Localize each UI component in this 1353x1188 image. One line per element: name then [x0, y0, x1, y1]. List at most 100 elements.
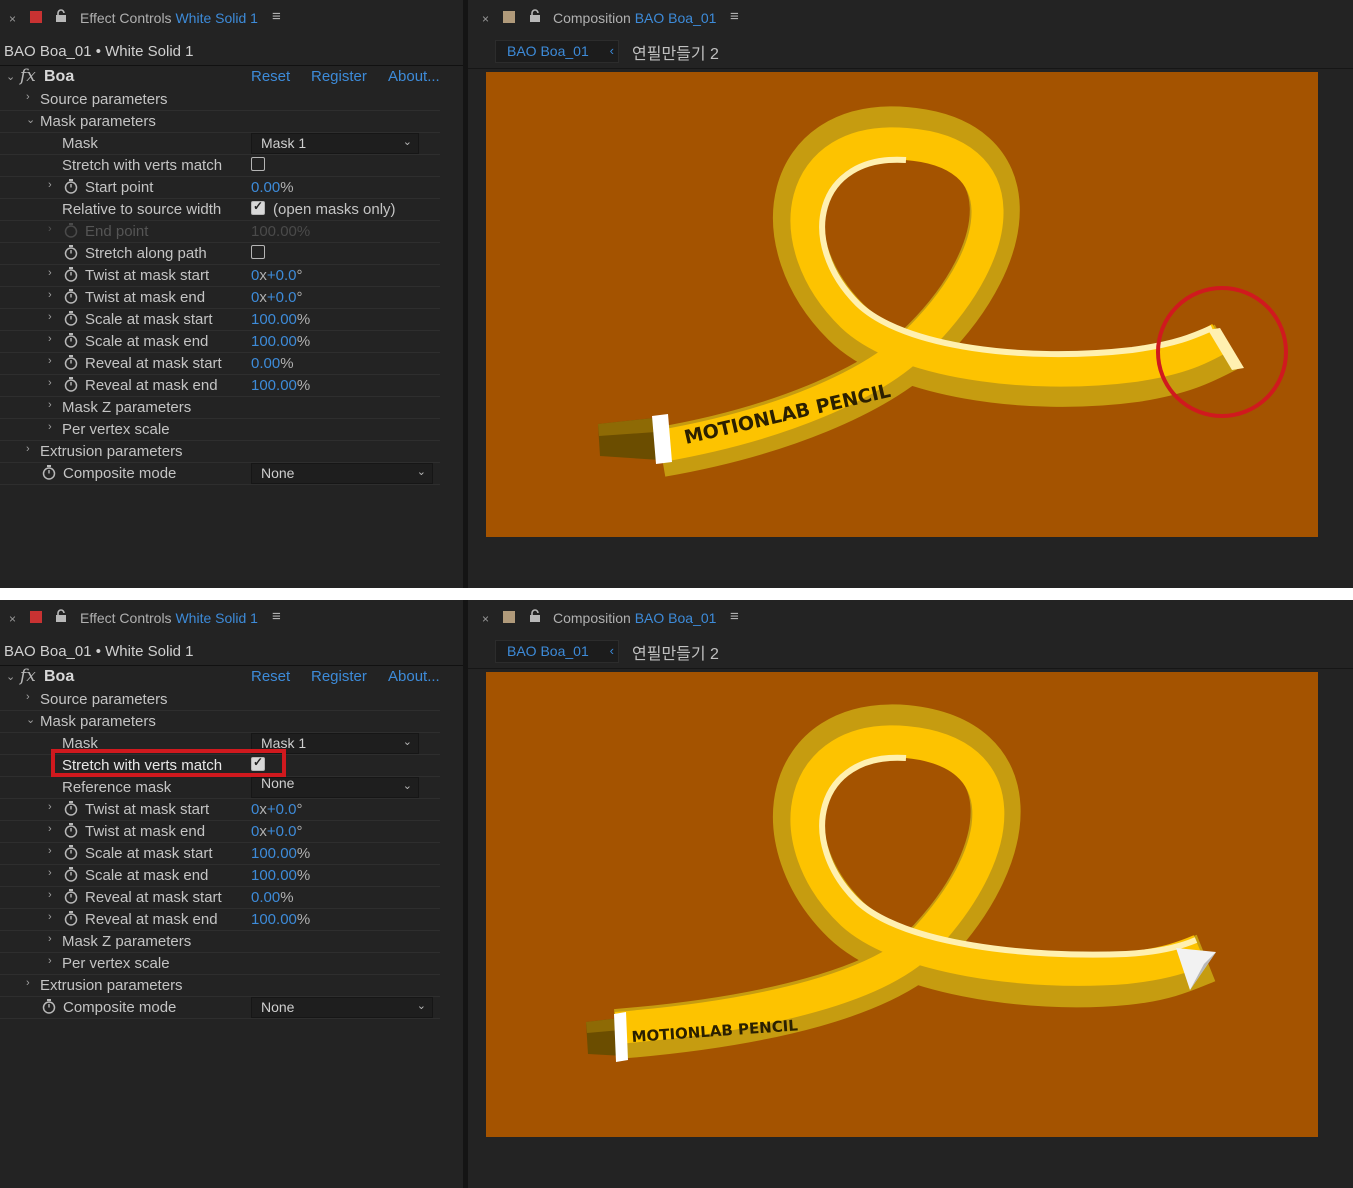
fx-icon[interactable]: fx	[20, 666, 36, 686]
param-row-per-vertex[interactable]: › Per vertex scale	[0, 418, 440, 441]
hamburger-menu-icon[interactable]: ≡	[730, 608, 739, 625]
stretch-path-checkbox[interactable]	[251, 245, 265, 259]
scale-start-value[interactable]: 100.00%	[251, 845, 310, 862]
register-link[interactable]: Register	[311, 68, 367, 85]
comp-breadcrumb-tab[interactable]: BAO Boa_01 ‹	[495, 640, 619, 663]
reveal-end-value[interactable]: 100.00%	[251, 911, 310, 928]
param-row-mask-parameters[interactable]: ⌄ Mask parameters	[0, 710, 440, 733]
twist-end-value[interactable]: 0x+0.0°	[251, 823, 302, 840]
fx-icon[interactable]: fx	[20, 66, 36, 86]
param-row-source[interactable]: › Source parameters	[0, 88, 440, 111]
about-link[interactable]: About...	[388, 68, 440, 85]
composition-canvas[interactable]: MOTIONLAB PENCIL	[486, 672, 1318, 1137]
param-row-source[interactable]: › Source parameters	[0, 688, 440, 711]
twirl-arrow-icon[interactable]: ›	[48, 955, 52, 967]
stopwatch-icon[interactable]	[64, 800, 78, 816]
hamburger-menu-icon[interactable]: ≡	[730, 8, 739, 25]
stopwatch-icon[interactable]	[42, 464, 56, 480]
stopwatch-icon[interactable]	[64, 910, 78, 926]
twirl-arrow-icon[interactable]: ›	[48, 933, 52, 945]
twirl-arrow-icon[interactable]: ›	[48, 289, 52, 301]
close-icon[interactable]: ×	[482, 12, 489, 26]
twirl-arrow-icon[interactable]: ›	[26, 691, 30, 703]
stopwatch-icon[interactable]	[64, 332, 78, 348]
reveal-end-value[interactable]: 100.00%	[251, 377, 310, 394]
composite-dropdown[interactable]: None ⌄	[251, 997, 433, 1018]
twirl-arrow-icon[interactable]: ›	[48, 377, 52, 389]
stopwatch-icon[interactable]	[64, 354, 78, 370]
scale-end-value[interactable]: 100.00%	[251, 333, 310, 350]
stopwatch-icon[interactable]	[64, 866, 78, 882]
stopwatch-icon[interactable]	[64, 844, 78, 860]
close-icon[interactable]: ×	[482, 612, 489, 626]
lock-icon[interactable]	[55, 609, 67, 623]
stopwatch-icon[interactable]	[64, 376, 78, 392]
twirl-arrow-icon[interactable]: ›	[48, 179, 52, 191]
twirl-arrow-icon[interactable]: ›	[48, 911, 52, 923]
scale-start-value[interactable]: 100.00%	[251, 311, 310, 328]
reveal-start-value[interactable]: 0.00%	[251, 889, 294, 906]
twirl-arrow-icon[interactable]: ›	[48, 355, 52, 367]
twist-end-value[interactable]: 0x+0.0°	[251, 289, 302, 306]
twirl-arrow-icon[interactable]: ⌄	[26, 113, 35, 126]
stopwatch-icon[interactable]	[64, 266, 78, 282]
comp-breadcrumb-tab[interactable]: BAO Boa_01 ‹	[495, 40, 619, 63]
twirl-arrow-icon[interactable]: ›	[48, 845, 52, 857]
comp-breadcrumb-next[interactable]: 연필만들기 2	[632, 40, 719, 64]
twirl-arrow-icon[interactable]: ›	[48, 889, 52, 901]
twirl-arrow-icon[interactable]: ›	[48, 267, 52, 279]
twirl-arrow-icon[interactable]: ›	[48, 823, 52, 835]
close-icon[interactable]: ×	[9, 12, 16, 26]
hamburger-menu-icon[interactable]: ≡	[272, 608, 281, 625]
composition-canvas[interactable]: MOTIONLAB PENCIL	[486, 72, 1318, 537]
twirl-arrow-icon[interactable]: ⌄	[6, 70, 15, 83]
param-row-mask-parameters[interactable]: ⌄ Mask parameters	[0, 110, 440, 133]
stopwatch-icon[interactable]	[64, 310, 78, 326]
stopwatch-icon[interactable]	[64, 178, 78, 194]
effect-controls-tab[interactable]: × Effect Controls White Solid 1 ≡	[0, 0, 463, 38]
scale-end-value[interactable]: 100.00%	[251, 867, 310, 884]
effect-controls-tab[interactable]: × Effect Controls White Solid 1 ≡	[0, 600, 463, 638]
twirl-arrow-icon[interactable]: ⌄	[6, 670, 15, 683]
about-link[interactable]: About...	[388, 668, 440, 685]
register-link[interactable]: Register	[311, 668, 367, 685]
twirl-arrow-icon[interactable]: ›	[48, 333, 52, 345]
twirl-arrow-icon[interactable]: ›	[48, 801, 52, 813]
hamburger-menu-icon[interactable]: ≡	[272, 8, 281, 25]
composite-dropdown[interactable]: None ⌄	[251, 463, 433, 484]
param-row-mask-z[interactable]: › Mask Z parameters	[0, 396, 440, 419]
reset-link[interactable]: Reset	[251, 68, 290, 85]
twist-start-value[interactable]: 0x+0.0°	[251, 801, 302, 818]
reference-mask-dropdown[interactable]: None ⌄	[251, 775, 419, 798]
composition-tab[interactable]: × Composition BAO Boa_01 ≡	[468, 0, 1353, 38]
param-row-mask-z[interactable]: › Mask Z parameters	[0, 930, 440, 953]
close-icon[interactable]: ×	[9, 612, 16, 626]
stopwatch-icon[interactable]	[64, 288, 78, 304]
lock-icon[interactable]	[529, 609, 541, 623]
reset-link[interactable]: Reset	[251, 668, 290, 685]
stopwatch-icon[interactable]	[64, 244, 78, 260]
twirl-arrow-icon[interactable]: ›	[48, 311, 52, 323]
stopwatch-icon[interactable]	[42, 998, 56, 1014]
twirl-arrow-icon[interactable]: ⌄	[26, 713, 35, 726]
twirl-arrow-icon[interactable]: ›	[26, 443, 30, 455]
stopwatch-icon[interactable]	[64, 888, 78, 904]
start-point-value[interactable]: 0.00%	[251, 179, 294, 196]
relative-width-checkbox[interactable]: ✓	[251, 199, 265, 215]
lock-icon[interactable]	[55, 9, 67, 23]
twirl-arrow-icon[interactable]: ›	[26, 91, 30, 103]
twirl-arrow-icon[interactable]: ›	[26, 977, 30, 989]
comp-breadcrumb-next[interactable]: 연필만들기 2	[632, 640, 719, 664]
param-row-extrusion[interactable]: › Extrusion parameters	[0, 440, 440, 463]
twirl-arrow-icon[interactable]: ›	[48, 867, 52, 879]
mask-dropdown[interactable]: Mask 1 ⌄	[251, 133, 419, 154]
composition-tab[interactable]: × Composition BAO Boa_01 ≡	[468, 600, 1353, 638]
twist-start-value[interactable]: 0x+0.0°	[251, 267, 302, 284]
param-row-per-vertex[interactable]: › Per vertex scale	[0, 952, 440, 975]
param-row-extrusion[interactable]: › Extrusion parameters	[0, 974, 440, 997]
twirl-arrow-icon[interactable]: ›	[48, 421, 52, 433]
stopwatch-icon[interactable]	[64, 822, 78, 838]
twirl-arrow-icon[interactable]: ›	[48, 399, 52, 411]
reveal-start-value[interactable]: 0.00%	[251, 355, 294, 372]
lock-icon[interactable]	[529, 9, 541, 23]
